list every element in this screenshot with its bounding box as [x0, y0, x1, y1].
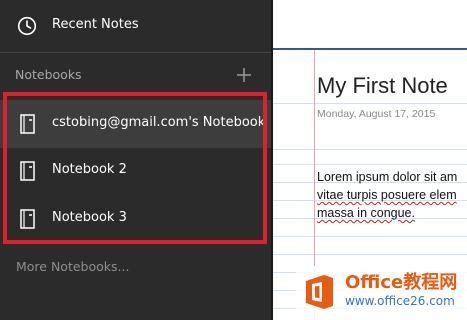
note-body-text[interactable]: Lorem ipsum dolor sit am vitae turpis po…	[317, 168, 467, 222]
ruled-line	[273, 149, 467, 150]
page-date: Monday, August 17, 2015	[317, 108, 436, 120]
page-header-rule	[273, 48, 467, 50]
watermark-url: www.office26.com	[345, 294, 455, 308]
recent-notes-label: Recent Notes	[52, 17, 139, 32]
notebook-icon	[20, 209, 35, 229]
ruled-line	[273, 254, 467, 255]
notebook-label: Notebook 3	[52, 210, 127, 225]
notebook-label: cstobing@gmail.com's Notebook	[52, 115, 266, 130]
plus-icon[interactable]	[235, 66, 253, 84]
notebook-item-cstobing[interactable]: cstobing@gmail.com's Notebook	[0, 100, 271, 148]
ruled-line	[273, 164, 467, 165]
more-notebooks-link[interactable]: More Notebooks...	[16, 259, 129, 274]
notebook-label: Notebook 2	[52, 162, 127, 177]
divider	[0, 52, 271, 53]
notebook-icon	[20, 161, 35, 181]
notebook-icon	[20, 114, 35, 134]
recent-notes-button[interactable]: Recent Notes	[0, 0, 271, 52]
body-line: massa in congue.	[317, 206, 415, 220]
ruled-line	[273, 236, 467, 237]
watermark-title: Office教程网	[345, 272, 458, 293]
body-line: Lorem ipsum dolor sit am	[317, 170, 458, 184]
notebook-nav-pane: Recent Notes Notebooks cstobing@gmail.co…	[0, 0, 271, 320]
notebook-item-notebook-2[interactable]: Notebook 2	[0, 147, 271, 195]
clock-icon	[17, 16, 37, 36]
notebooks-header: Notebooks	[15, 67, 82, 82]
page-title[interactable]: My First Note	[317, 73, 448, 99]
office-logo-icon	[306, 275, 333, 309]
ruled-line	[273, 103, 467, 104]
notebook-item-notebook-3[interactable]: Notebook 3	[0, 195, 271, 243]
body-line: vitae turpis posuere elem	[317, 188, 457, 202]
